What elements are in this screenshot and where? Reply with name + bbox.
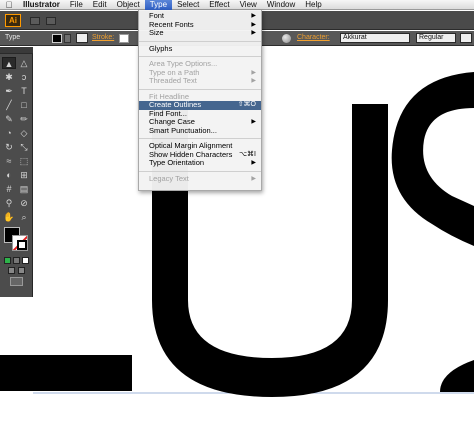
- stroke-color-box[interactable]: [12, 235, 28, 251]
- menu-separator: [139, 56, 261, 57]
- submenu-arrow-icon: ▶: [251, 30, 256, 36]
- perspective-grid-tool-icon[interactable]: ⊞: [17, 169, 31, 181]
- menu-separator: [139, 170, 261, 172]
- fill-menu-icon[interactable]: [76, 33, 88, 43]
- stroke-weight-field[interactable]: [119, 34, 129, 43]
- eraser-tool-icon[interactable]: ◇: [17, 127, 31, 139]
- menu-item-glyphs[interactable]: Glyphs: [139, 44, 261, 54]
- direct-selection-tool-icon[interactable]: △: [17, 57, 31, 69]
- shortcut-label: ⌥⌘I: [238, 150, 256, 158]
- menu-type[interactable]: Type: [144, 0, 173, 10]
- font-style-field[interactable]: Regular: [416, 33, 456, 43]
- shortcut-label: ⇧⌘O: [237, 101, 256, 108]
- menu-file[interactable]: File: [65, 0, 88, 10]
- screen-mode-icon[interactable]: [10, 277, 23, 286]
- blob-brush-tool-icon[interactable]: ◔: [2, 127, 16, 139]
- gradient-mode-icon[interactable]: [13, 257, 20, 264]
- submenu-arrow-icon: ▶: [251, 160, 256, 166]
- eyedropper-tool-icon[interactable]: ⚲: [2, 197, 16, 209]
- lasso-tool-icon[interactable]: ↄ: [17, 71, 31, 83]
- arrange-documents-icon[interactable]: [46, 17, 56, 25]
- recolor-artwork-icon[interactable]: [282, 34, 291, 43]
- font-style-dropdown-icon[interactable]: [460, 33, 472, 43]
- menu-window[interactable]: Window: [262, 0, 300, 10]
- line-tool-icon[interactable]: ╱: [2, 99, 16, 111]
- tools-panel: ▲ △ ✱ ↄ ✒ T ╱ □ ✎ ✏ ◔ ◇ ↻ ⤡ ≈ ⬚ ◐ ⊞ # ▤ …: [0, 47, 33, 297]
- pen-tool-icon[interactable]: ✒: [2, 85, 16, 97]
- rectangle-tool-icon[interactable]: □: [17, 99, 31, 111]
- letter-s-partial-lower: [440, 360, 474, 392]
- magic-wand-tool-icon[interactable]: ✱: [2, 71, 16, 83]
- illustrator-logo: Ai: [5, 14, 21, 27]
- width-tool-icon[interactable]: ≈: [2, 155, 16, 167]
- gradient-tool-icon[interactable]: ▤: [17, 183, 31, 195]
- color-mode-icon[interactable]: [4, 257, 11, 264]
- selection-type-label: Type: [5, 34, 21, 41]
- paintbrush-tool-icon[interactable]: ✎: [2, 113, 16, 125]
- tools-panel-header[interactable]: [0, 47, 33, 54]
- fill-dropdown-icon[interactable]: [64, 34, 71, 43]
- zoom-tool-icon[interactable]: ⌕: [17, 211, 31, 223]
- stroke-label[interactable]: Stroke:: [92, 34, 114, 41]
- menu-item-size[interactable]: Size ▶: [139, 28, 261, 38]
- font-family-field[interactable]: Akkurat: [340, 33, 410, 43]
- blend-tool-icon[interactable]: ⊘: [17, 197, 31, 209]
- fill-color-swatch[interactable]: [52, 34, 62, 43]
- menu-item-type-orientation[interactable]: Type Orientation ▶: [139, 158, 261, 168]
- mac-menu-bar:  Illustrator File Edit Object Type Sele…: [0, 0, 474, 10]
- type-menu-dropdown: Font ▶ Recent Fonts ▶ Size ▶ Glyphs Area Ty…: [138, 10, 262, 191]
- menu-item-legacy-text: Legacy Text ▶: [149, 173, 256, 183]
- menu-separator: [139, 88, 261, 90]
- draw-normal-icon[interactable]: [8, 267, 15, 274]
- apple-menu-icon[interactable]: : [0, 0, 18, 10]
- menu-view[interactable]: View: [235, 0, 262, 10]
- mesh-tool-icon[interactable]: #: [2, 183, 16, 195]
- shape-builder-tool-icon[interactable]: ◐: [2, 169, 16, 181]
- free-transform-tool-icon[interactable]: ⬚: [17, 155, 31, 167]
- type-tool-icon[interactable]: T: [17, 85, 31, 97]
- letter-s-partial: [391, 72, 474, 246]
- pencil-tool-icon[interactable]: ✏: [17, 113, 31, 125]
- bridge-icon[interactable]: [30, 17, 40, 25]
- selection-tool-icon[interactable]: ▲: [2, 57, 16, 69]
- submenu-arrow-icon: ▶: [251, 78, 256, 84]
- character-label[interactable]: Character:: [297, 34, 330, 41]
- letter-l-stroke: [0, 355, 132, 391]
- submenu-arrow-icon: ▶: [251, 69, 256, 76]
- menu-item-threaded-text: Threaded Text ▶: [149, 76, 256, 85]
- menu-separator: [139, 138, 261, 139]
- submenu-arrow-icon: ▶: [251, 119, 256, 125]
- menu-effect[interactable]: Effect: [204, 0, 234, 10]
- submenu-arrow-icon: ▶: [251, 13, 256, 19]
- hand-tool-icon[interactable]: ✋: [2, 211, 16, 223]
- menu-object[interactable]: Object: [112, 0, 145, 10]
- menu-edit[interactable]: Edit: [88, 0, 112, 10]
- menu-select[interactable]: Select: [172, 0, 204, 10]
- none-mode-icon[interactable]: [22, 257, 29, 264]
- submenu-arrow-icon: ▶: [251, 175, 256, 182]
- menu-help[interactable]: Help: [300, 0, 326, 10]
- scale-tool-icon[interactable]: ⤡: [17, 141, 31, 153]
- submenu-arrow-icon: ▶: [251, 21, 256, 28]
- menu-illustrator[interactable]: Illustrator: [18, 0, 65, 10]
- draw-inside-icon[interactable]: [18, 267, 25, 274]
- rotate-tool-icon[interactable]: ↻: [2, 141, 16, 153]
- menu-item-smart-punctuation[interactable]: Smart Punctuation...: [139, 126, 261, 136]
- menu-separator: [139, 40, 261, 42]
